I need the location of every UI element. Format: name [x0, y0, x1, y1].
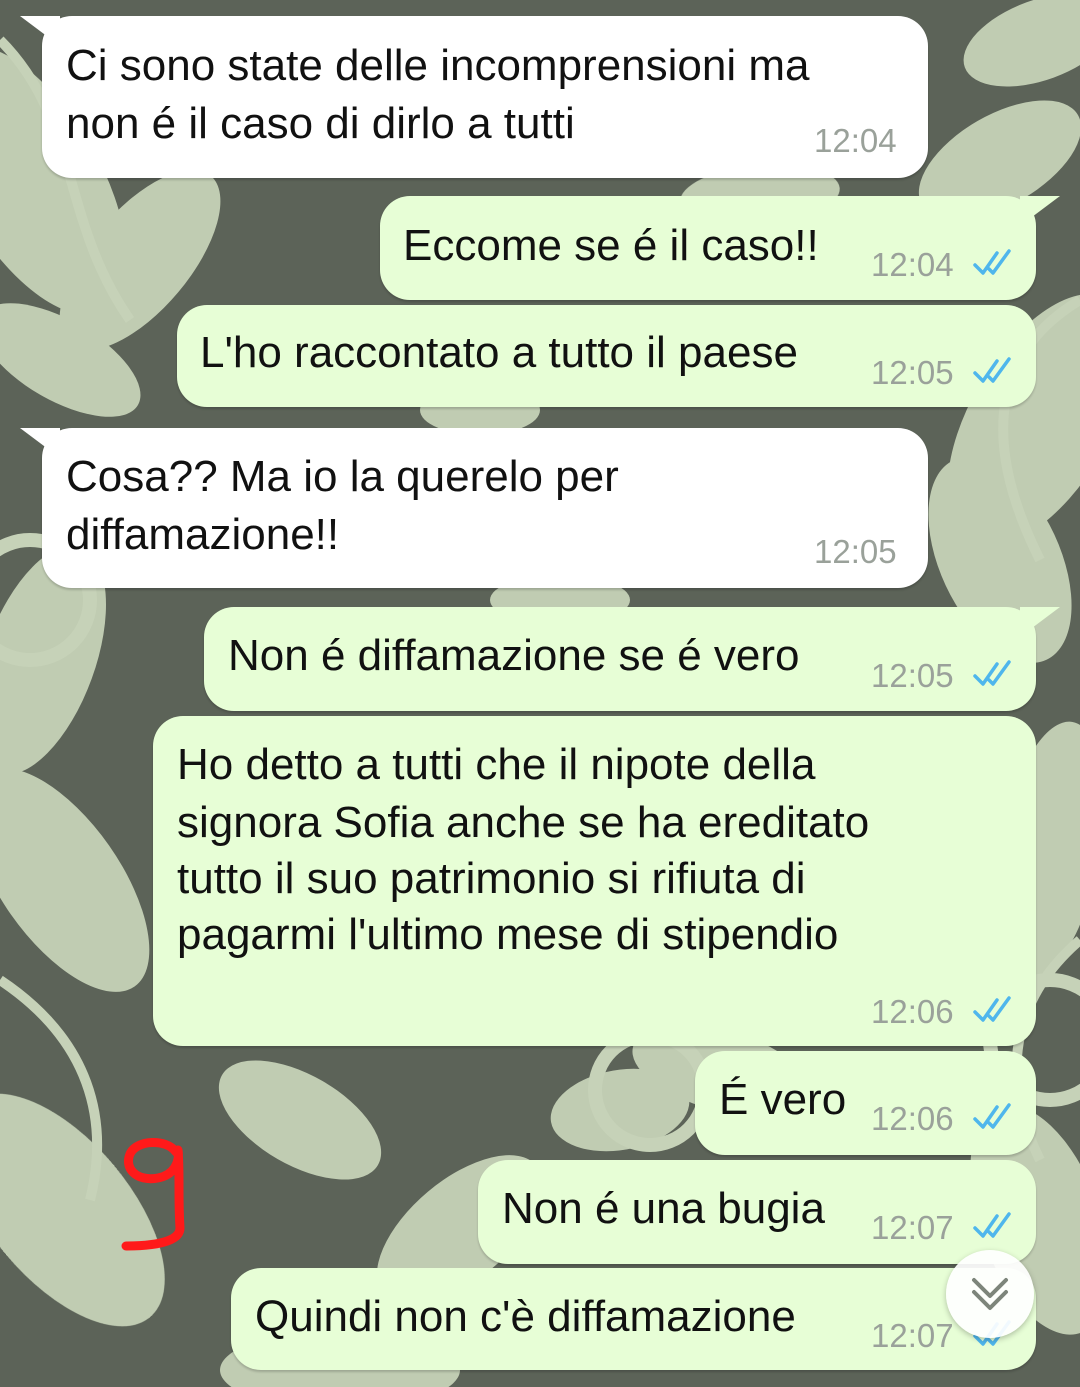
- message-text: non é il caso di dirlo a tutti: [66, 99, 575, 148]
- double-check-icon: [973, 249, 1011, 275]
- double-check-icon: [973, 1212, 1011, 1238]
- message-text: Non é una bugia: [502, 1184, 825, 1233]
- message-timestamp: 12:05: [871, 657, 954, 694]
- chevron-double-down-icon: [972, 1278, 1008, 1310]
- message-text: Quindi non c'è diffamazione: [255, 1292, 796, 1341]
- bubble-tail: [20, 16, 60, 46]
- scroll-down-button[interactable]: [946, 1250, 1034, 1338]
- message-text: Non é diffamazione se é vero: [228, 631, 800, 680]
- message-timestamp: 12:05: [871, 354, 954, 391]
- message-text: Ho detto a tutti che il nipote della: [177, 740, 816, 789]
- message-text: É vero: [719, 1075, 847, 1124]
- double-check-icon: [973, 1103, 1011, 1129]
- message-text: pagarmi l'ultimo mese di stipendio: [177, 910, 839, 959]
- bubble-tail: [1020, 196, 1060, 226]
- double-check-icon: [973, 357, 1011, 383]
- message-text: signora Sofia anche se ha ereditato: [177, 798, 870, 847]
- message-timestamp: 12:07: [871, 1317, 954, 1354]
- message-text: Eccome se é il caso!!: [403, 221, 819, 270]
- message-timestamp: 12:07: [871, 1209, 954, 1246]
- bubble-tail: [1020, 607, 1060, 637]
- message-text: tutto il suo patrimonio si rifiuta di: [177, 854, 806, 903]
- message-timestamp: 12:04: [814, 122, 897, 159]
- bubble-tail: [20, 428, 60, 458]
- double-check-icon: [973, 660, 1011, 686]
- message-text: L'ho raccontato a tutto il paese: [200, 328, 798, 377]
- message-text: Cosa?? Ma io la querelo per: [66, 452, 619, 501]
- message-timestamp: 12:06: [871, 993, 954, 1030]
- message-timestamp: 12:04: [871, 246, 954, 283]
- message-timestamp: 12:05: [814, 533, 897, 570]
- red-handwritten-mark: [121, 1138, 185, 1251]
- double-check-icon: [973, 996, 1011, 1022]
- message-text: Ci sono state delle incomprensioni ma: [66, 41, 810, 90]
- message-timestamp: 12:06: [871, 1100, 954, 1137]
- message-text: diffamazione!!: [66, 510, 340, 559]
